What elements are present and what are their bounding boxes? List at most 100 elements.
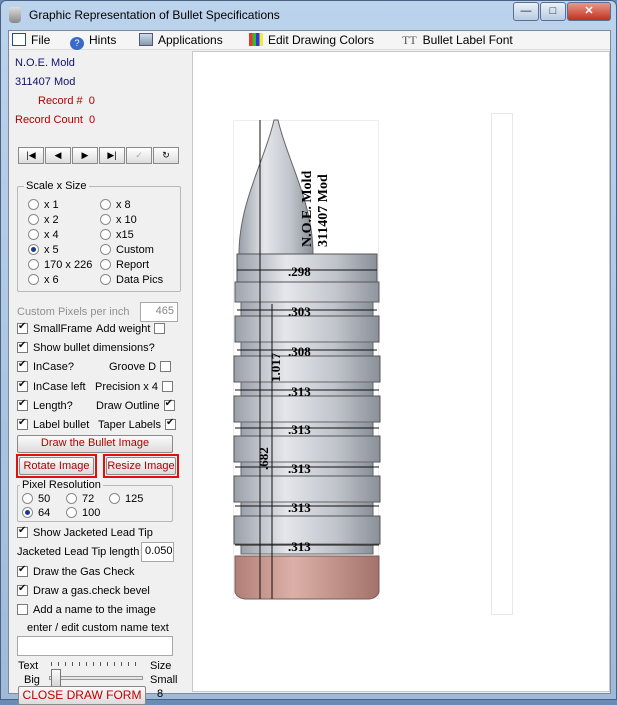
slider-tick [51,662,52,666]
res-125-radio[interactable]: 125 [109,493,143,505]
checkbox-box [163,398,175,411]
slider-thumb[interactable] [51,669,61,687]
scale-custom-radio[interactable]: Custom [100,244,154,256]
res-72-label: 72 [82,493,95,505]
in-case-left-checkbox[interactable]: InCase left [17,379,86,393]
show-jacketed-tip-label: Show Jacketed Lead Tip [33,527,153,539]
checkbox-box [17,340,28,353]
first-record-button[interactable]: |◀ [18,147,44,164]
res-50-radio[interactable]: 50 [22,493,50,505]
groove-d-checkbox[interactable]: Groove D [109,361,172,373]
gas-bevel-checkbox[interactable]: Draw a gas.check bevel [17,583,150,597]
add-name-checkbox[interactable]: Add a name to the image [17,604,156,616]
add-name-label: Add a name to the image [33,604,156,616]
label-bullet-label: Label bullet [33,419,90,431]
small-frame-checkbox[interactable]: SmallFrame [17,321,92,335]
res-100-radio[interactable]: 100 [66,507,100,519]
scale-170x226-radio[interactable]: 170 x 226 [28,259,92,271]
show-jacketed-tip-checkbox[interactable]: Show Jacketed Lead Tip [17,525,153,539]
precision-label: Precision x 4 [95,381,158,393]
model-label: 311407 Mod [15,76,76,88]
close-window-button[interactable]: ✕ [567,2,611,21]
slider-tick [100,662,101,666]
radio-circle-selected [28,244,39,255]
bullet-band [234,281,380,303]
menu-hints[interactable]: ? Hints [70,33,116,50]
scale-x1-radio[interactable]: x 1 [28,199,59,211]
slider-tick [93,662,94,666]
res-50-label: 50 [38,493,51,505]
jacketed-length-input[interactable]: 0.050 [141,542,174,562]
rotate-image-button[interactable]: Rotate Image [19,457,94,475]
radio-circle [28,229,39,240]
minimize-button[interactable]: — [513,2,539,21]
menu-applications[interactable]: Applications [139,33,223,47]
jacketed-length-label: Jacketed Lead Tip length [17,546,140,558]
big-caption: Big [24,674,40,686]
show-dimensions-checkbox[interactable]: Show bullet dimensions? [17,340,155,354]
custom-name-label: enter / edit custom name text [27,622,169,634]
in-case-checkbox[interactable]: InCase? [17,359,74,373]
close-draw-form-button[interactable]: CLOSE DRAW FORM [18,686,146,705]
text-size-caption: Text [18,660,39,672]
record-count-value: 0 [89,114,96,126]
title-bar[interactable]: Graphic Representation of Bullet Specifi… [1,1,616,29]
scale-x4-radio[interactable]: x 4 [28,229,59,241]
checkbox-box [17,525,28,538]
scale-x5-label: x 5 [44,244,59,256]
dim-label-5: .313 [288,422,311,437]
scale-data-pics-radio[interactable]: Data Pics [100,274,163,286]
refresh-record-button[interactable]: ↻ [153,147,179,164]
draw-bullet-image-button[interactable]: Draw the Bullet Image [17,435,173,453]
resize-image-button[interactable]: Resize Image [106,457,176,475]
menu-file[interactable]: File [12,33,50,47]
last-record-button[interactable]: ▶| [99,147,125,164]
menu-edit-drawing-colors[interactable]: Edit Drawing Colors [249,33,374,47]
custom-name-input[interactable] [17,636,173,656]
menu-hints-label: Hints [89,33,117,47]
next-record-button[interactable]: ▶ [72,147,98,164]
scale-x6-radio[interactable]: x 6 [28,274,59,286]
custom-pixels-label: Custom Pixels per inch [17,306,130,318]
radio-circle [22,493,33,504]
gas-check [234,555,380,600]
file-icon [12,33,26,46]
menu-edit-drawing-colors-label: Edit Drawing Colors [268,33,375,47]
length-checkbox[interactable]: Length? [17,398,73,412]
res-64-radio[interactable]: 64 [22,507,50,519]
custom-pixels-input[interactable]: 465 [140,302,178,322]
res-125-label: 125 [125,493,144,505]
pixel-resolution-groupbox: Pixel Resolution 50 72 125 64 100 [17,479,173,522]
label-bullet-checkbox[interactable]: Label bullet [17,417,90,431]
scale-x8-radio[interactable]: x 8 [100,199,131,211]
maximize-button[interactable]: □ [540,2,566,21]
slider-tick [72,662,73,666]
prev-record-button[interactable]: ◀ [45,147,71,164]
slider-tick [86,662,87,666]
scale-x5-radio[interactable]: x 5 [28,244,59,256]
dim-label-6: .313 [288,461,311,476]
radio-circle-selected [22,507,33,518]
taper-labels-checkbox[interactable]: Taper Labels [98,417,176,431]
gas-check-checkbox[interactable]: Draw the Gas Check [17,564,134,578]
res-72-radio[interactable]: 72 [66,493,94,505]
record-count-label: Record Count 0 [15,114,95,126]
radio-circle [100,274,111,285]
precision-checkbox[interactable]: Precision x 4 [95,381,173,393]
checkbox-box [17,379,28,392]
scale-x2-radio[interactable]: x 2 [28,214,59,226]
radio-circle [100,244,111,255]
bullet-name-line1: N.O.E. Mold [300,171,315,247]
scale-x15-radio[interactable]: x15 [100,229,134,241]
checkbox-box [17,321,28,334]
slider-tick [79,662,80,666]
menu-bullet-label-font[interactable]: TT Bullet Label Font [402,33,513,48]
scale-x10-radio[interactable]: x 10 [100,214,137,226]
scale-report-radio[interactable]: Report [100,259,149,271]
update-record-button[interactable]: ✓ [126,147,152,164]
checkbox-box [17,398,28,411]
scale-custom-label: Custom [116,244,154,256]
add-weight-checkbox[interactable]: Add weight [96,323,166,335]
draw-outline-checkbox[interactable]: Draw Outline [96,398,175,412]
length-label: 1.017 [268,352,283,382]
